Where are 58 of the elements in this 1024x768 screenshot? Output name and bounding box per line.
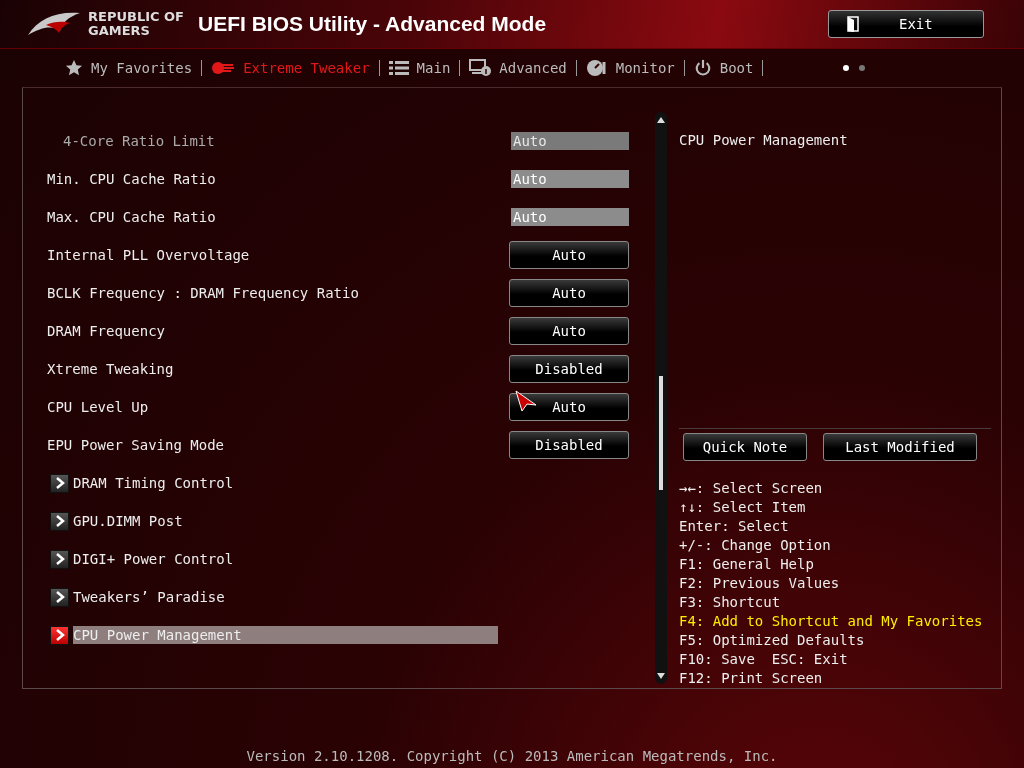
help-button[interactable]: Last Modified (823, 433, 977, 461)
key-hint: F2: Previous Values (679, 574, 841, 593)
setting-label: EPU Power Saving Mode (47, 437, 224, 453)
option-button[interactable]: Disabled (509, 355, 629, 383)
screen-info-icon (469, 59, 492, 77)
help-description: CPU Power Management (679, 132, 849, 148)
gauge-icon (585, 59, 608, 77)
submenu-item[interactable]: Tweakers’ Paradise (73, 588, 498, 606)
setting-label: Min. CPU Cache Ratio (47, 171, 216, 187)
star-icon (65, 59, 83, 77)
setting-label: Max. CPU Cache Ratio (47, 209, 216, 225)
tweaker-icon (211, 60, 236, 76)
key-hint: ↑↓: Select Item (679, 498, 807, 517)
list-icon (388, 60, 409, 76)
mouse-cursor-icon (515, 390, 537, 412)
option-button[interactable]: Auto (509, 317, 629, 345)
menu-tab[interactable]: Monitor (576, 59, 684, 77)
key-hint: →←: Select Screen (679, 479, 824, 498)
menu-tab[interactable]: Advanced (460, 59, 576, 77)
setting-label: 4-Core Ratio Limit (62, 133, 215, 149)
setting-label: Internal PLL Overvoltage (47, 247, 250, 263)
menu-tab[interactable]: Boot (684, 59, 763, 77)
page-dot[interactable] (859, 65, 866, 71)
door-icon (847, 16, 859, 32)
window-title: UEFI BIOS Utility - Advanced Mode (198, 12, 547, 36)
exit-button[interactable]: Exit (828, 10, 984, 38)
scrollbar[interactable] (655, 112, 667, 684)
logo-text: REPUBLIC OF (88, 10, 184, 24)
scroll-thumb[interactable] (659, 376, 663, 490)
version-text: Version 2.10.1208. Copyright (C) 2013 American Megatrends, Inc. (245, 748, 779, 764)
submenu-item[interactable]: GPU.DIMM Post (73, 512, 498, 530)
key-hint: F4: Add to Shortcut and My Favorites (679, 612, 984, 631)
submenu-item[interactable]: DIGI+ Power Control (73, 550, 498, 568)
setting-label: BCLK Frequency : DRAM Frequency Ratio (47, 285, 359, 301)
key-hint: F5: Optimized Defaults (679, 631, 866, 650)
key-hint: F12: Print Screen (679, 669, 824, 688)
help-button[interactable]: Quick Note (683, 433, 807, 461)
submenu-item[interactable]: DRAM Timing Control (73, 474, 498, 492)
menu-tab[interactable]: My Favorites (56, 59, 202, 77)
setting-label: Xtreme Tweaking (47, 361, 174, 377)
menu-tab[interactable]: Main (379, 60, 460, 76)
power-icon (693, 59, 712, 77)
menu-tab[interactable]: Extreme Tweaker (202, 60, 379, 76)
key-hint: F3: Shortcut (679, 593, 782, 612)
option-button[interactable]: Auto (509, 279, 629, 307)
setting-label: DRAM Frequency (47, 323, 165, 339)
scroll-down-icon (656, 671, 666, 681)
option-button[interactable]: Auto (509, 241, 629, 269)
page-dot[interactable] (843, 65, 850, 71)
setting-label: CPU Level Up (47, 399, 149, 415)
key-hint: +/-: Change Option (679, 536, 832, 555)
key-hint: F1: General Help (679, 555, 815, 574)
key-hint: F10: Save ESC: Exit (679, 650, 849, 669)
scroll-up-icon (656, 115, 666, 125)
key-hint: Enter: Select (679, 517, 790, 536)
logo-text: GAMERS (88, 24, 151, 38)
option-button[interactable]: Auto (509, 393, 629, 421)
option-button[interactable]: Disabled (509, 431, 629, 459)
